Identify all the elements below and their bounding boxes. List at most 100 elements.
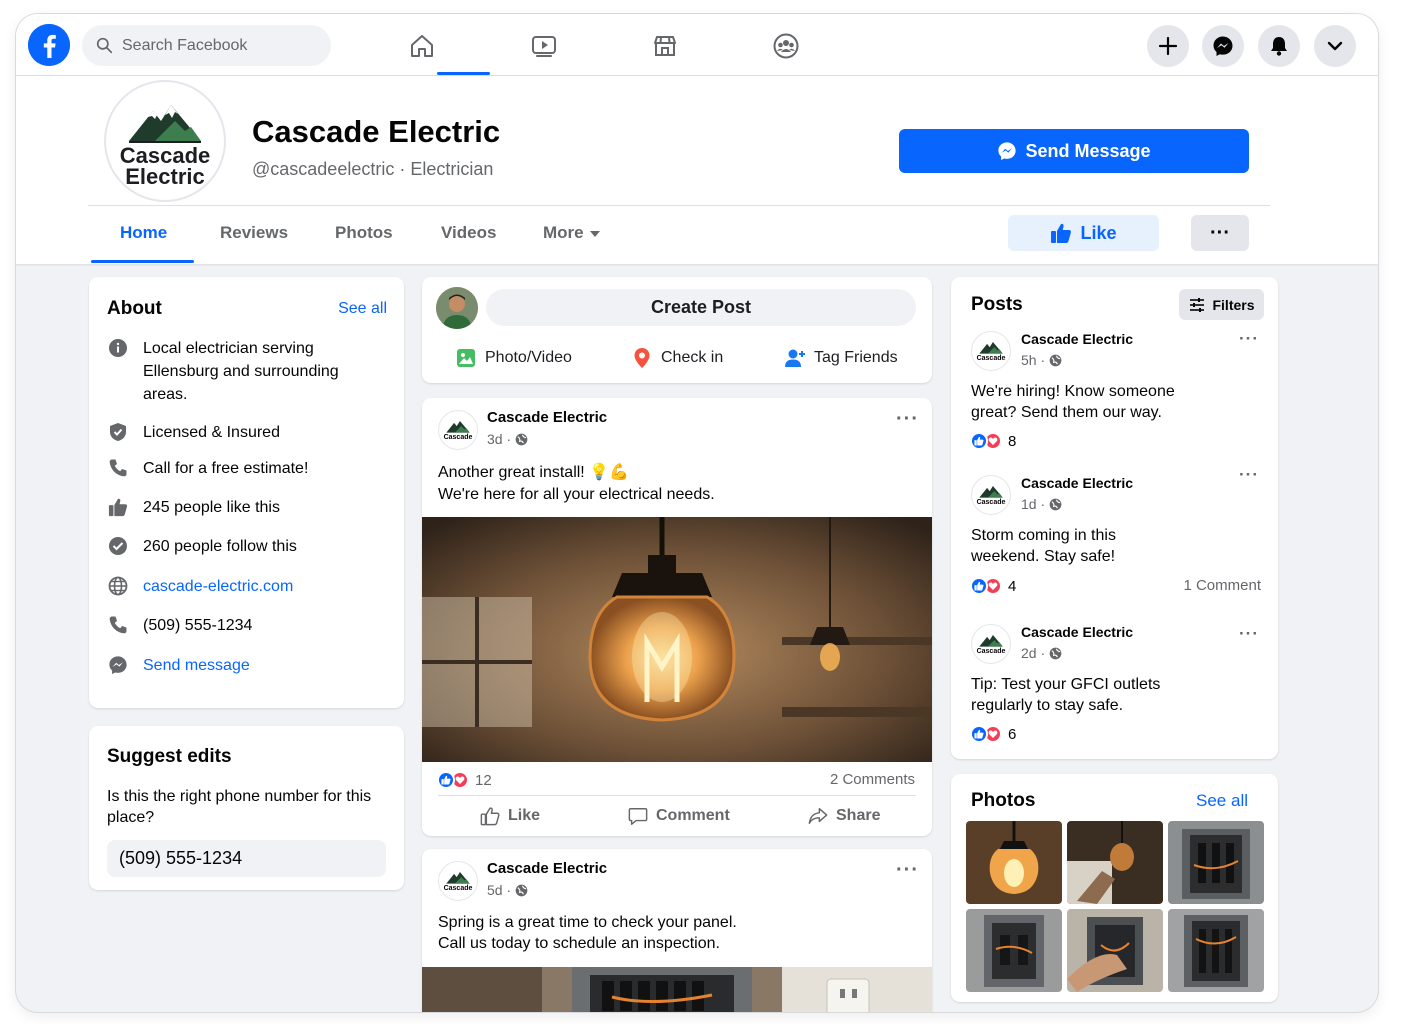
- post-like-button[interactable]: Like: [480, 806, 540, 826]
- bell-icon: [1271, 37, 1287, 56]
- feed-post: Cascade Cascade Electric 3d · ··· Anothe…: [422, 398, 932, 836]
- reaction-count: 4: [1008, 577, 1017, 595]
- create-post-button[interactable]: Create Post: [486, 289, 916, 326]
- about-card: About See all Local electrician serving …: [89, 277, 404, 708]
- post-reactions[interactable]: 8: [970, 432, 1016, 450]
- avatar-brand-text: Cascade: [976, 355, 1006, 362]
- messenger-icon: [107, 654, 129, 676]
- list-item[interactable]: Cascade Cascade Electric 2d · ··· Tip: T…: [951, 622, 1278, 752]
- share-icon: [808, 808, 828, 824]
- about-follows-text: 260 people follow this: [143, 538, 297, 555]
- about-licensed-text: Licensed & Insured: [143, 424, 280, 441]
- photos-see-all-link[interactable]: See all: [1196, 791, 1248, 811]
- post-options-button[interactable]: ···: [896, 859, 919, 882]
- like-page-button[interactable]: Like: [1008, 215, 1159, 251]
- notifications-button[interactable]: [1258, 25, 1300, 67]
- marketplace-icon[interactable]: [645, 26, 685, 66]
- about-estimate: Call for a free estimate!: [107, 457, 308, 480]
- photos-card: Photos See all: [951, 774, 1278, 1002]
- page-more-options-button[interactable]: ···: [1191, 215, 1249, 251]
- about-phone: (509) 555-1234: [107, 614, 252, 637]
- photo-thumbnail[interactable]: [1067, 821, 1163, 904]
- send-message-label: Send Message: [1025, 140, 1151, 161]
- post-time: 2d ·: [1021, 645, 1046, 661]
- mountain-logo-icon: [129, 105, 201, 143]
- account-menu-button[interactable]: [1314, 25, 1356, 67]
- photo-thumbnail[interactable]: [1067, 909, 1163, 992]
- send-message-button[interactable]: Send Message: [899, 129, 1249, 173]
- globe-icon: [107, 575, 129, 597]
- tab-videos[interactable]: Videos: [441, 223, 496, 243]
- photo-icon: [457, 349, 475, 367]
- post-author-avatar[interactable]: Cascade: [438, 861, 478, 901]
- logo-text-line2: Electric: [125, 164, 205, 189]
- tab-more[interactable]: More: [543, 223, 600, 243]
- facebook-logo-icon[interactable]: [28, 24, 70, 66]
- post-author-name: Cascade Electric: [1021, 624, 1134, 640]
- about-see-all-link[interactable]: See all: [338, 300, 387, 318]
- photo-thumbnail[interactable]: [1168, 821, 1264, 904]
- photo-thumbnail[interactable]: [966, 909, 1062, 992]
- post-options-button[interactable]: ···: [1239, 329, 1259, 349]
- about-phone-text[interactable]: (509) 555-1234: [143, 614, 252, 637]
- comment-count-link[interactable]: 1 Comment: [1183, 577, 1261, 594]
- location-pin-icon: [634, 348, 650, 368]
- comment-icon: [628, 808, 648, 825]
- post-comment-button[interactable]: Comment: [628, 806, 730, 826]
- suggest-edits-question: Is this the right phone number for this …: [107, 788, 372, 826]
- search-input[interactable]: [122, 36, 312, 55]
- posts-card: Posts Filters Cascade Cascade Electric 5…: [951, 277, 1278, 759]
- search-bar[interactable]: [82, 25, 331, 66]
- user-avatar[interactable]: [436, 287, 478, 329]
- post-text: We're hiring! Know someone great? Send t…: [971, 383, 1175, 421]
- post-reactions[interactable]: 12: [437, 771, 492, 789]
- groups-icon[interactable]: [766, 26, 806, 66]
- post-time: 3d ·: [487, 431, 512, 447]
- list-item[interactable]: Cascade Cascade Electric 1d · ··· Storm …: [951, 465, 1278, 613]
- post-image-pendant-lamp[interactable]: [422, 517, 932, 762]
- like-reaction-icon: [437, 771, 455, 789]
- phone-suggestion-field[interactable]: (509) 555-1234: [107, 840, 386, 877]
- browser-frame: Cascade Electric Cascade Electric @casca…: [16, 14, 1378, 1012]
- watch-icon[interactable]: [524, 26, 564, 66]
- post-meta: 5d ·: [487, 882, 528, 898]
- comment-count-link[interactable]: 2 Comments: [830, 771, 915, 788]
- logo-text-line1: Cascade: [119, 143, 211, 168]
- photo-thumbnail[interactable]: [966, 821, 1062, 904]
- post-share-button[interactable]: Share: [808, 806, 880, 826]
- page-avatar[interactable]: Cascade Electric: [104, 80, 226, 202]
- create-plus-button[interactable]: [1147, 25, 1189, 67]
- check-circle-icon: [107, 535, 129, 557]
- thumbs-up-icon: [480, 807, 500, 826]
- active-tab-indicator: [91, 260, 194, 263]
- post-reactions[interactable]: 4: [970, 577, 1016, 595]
- post-author-name[interactable]: Cascade Electric: [487, 860, 607, 877]
- send-message-link[interactable]: Send message: [143, 654, 250, 677]
- post-reactions[interactable]: 6: [970, 725, 1016, 743]
- post-text-line2: We're here for all your electrical needs…: [438, 486, 715, 503]
- about-title: About: [107, 298, 162, 319]
- post-options-button[interactable]: ···: [1239, 465, 1259, 485]
- caret-down-icon: [589, 230, 600, 237]
- post-options-button[interactable]: ···: [896, 408, 919, 431]
- tag-friends-button[interactable]: Tag Friends: [784, 347, 898, 369]
- post-author-name[interactable]: Cascade Electric: [487, 409, 607, 426]
- tab-reviews[interactable]: Reviews: [220, 223, 288, 243]
- post-image-electrical-panel[interactable]: [422, 967, 932, 1012]
- website-link[interactable]: cascade-electric.com: [143, 575, 293, 598]
- messenger-button[interactable]: [1202, 25, 1244, 67]
- post-options-button[interactable]: ···: [1239, 624, 1259, 644]
- home-icon[interactable]: [402, 26, 442, 66]
- avatar-brand-text: Cascade: [976, 499, 1006, 506]
- photo-video-button[interactable]: Photo/Video: [455, 347, 572, 369]
- info-icon: [107, 337, 129, 359]
- about-licensed: Licensed & Insured: [107, 421, 280, 444]
- post-meta: 3d ·: [487, 431, 528, 447]
- check-in-button[interactable]: Check in: [631, 347, 723, 369]
- tab-photos[interactable]: Photos: [335, 223, 393, 243]
- photo-thumbnail[interactable]: [1168, 909, 1264, 992]
- list-item[interactable]: Cascade Cascade Electric 5h · ··· We're …: [951, 329, 1278, 464]
- filters-button[interactable]: Filters: [1179, 289, 1264, 320]
- tab-home[interactable]: Home: [120, 223, 167, 243]
- post-author-avatar[interactable]: Cascade: [438, 410, 478, 450]
